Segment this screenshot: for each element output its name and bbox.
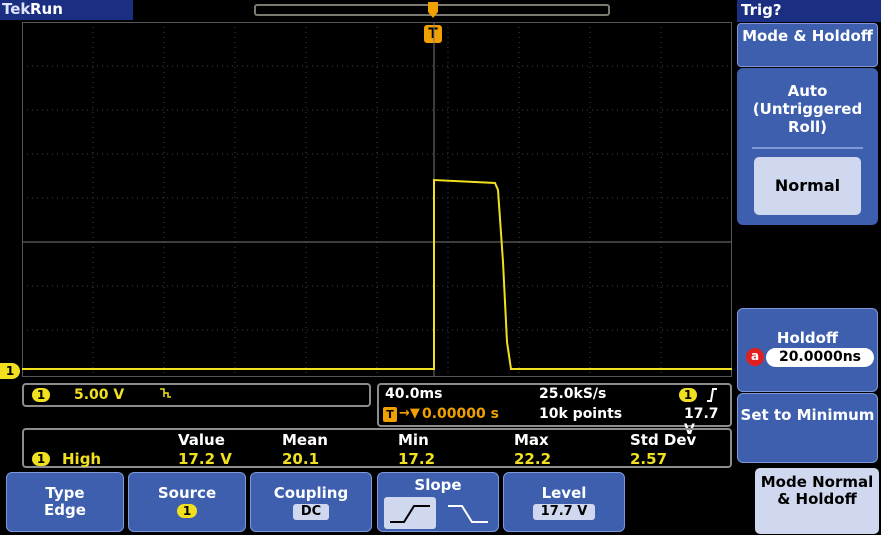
measurement-header-value: Value (178, 431, 225, 449)
measurement-std-dev: 2.57 (630, 450, 668, 468)
sample-rate: 25.0kS/s (539, 386, 607, 402)
channel-1-ground-marker[interactable]: 1 (0, 363, 20, 379)
brand-status: Tek Run (0, 0, 133, 20)
channel-1-readout[interactable]: 1 5.00 V (22, 383, 371, 407)
measurement-header-min: Min (398, 431, 429, 449)
coupling-label: Coupling (273, 484, 349, 502)
normal-mode-button[interactable]: Normal (754, 157, 861, 215)
source-label: Source (157, 484, 217, 502)
measurement-channel-badge: 1 (32, 452, 50, 466)
trigger-position-marker-top (426, 2, 440, 20)
measurement-mean: 20.1 (282, 450, 320, 468)
multipurpose-knob-a-icon: a (746, 348, 764, 366)
trigger-source-badge: 1 (679, 388, 697, 402)
horizontal-scale: 40.0ms (385, 386, 443, 402)
set-to-minimum-button[interactable]: Set to Minimum (737, 393, 878, 463)
level-value: 17.7 V (532, 504, 596, 520)
holdoff-label: Holdoff (776, 329, 839, 347)
type-button[interactable]: Type Edge (6, 472, 124, 532)
mode-holdoff-header: Mode & Holdoff (737, 23, 878, 67)
graticule-center (22, 22, 732, 377)
rising-slope-option-icon[interactable] (384, 497, 436, 529)
bandwidth-limit-icon (158, 386, 172, 403)
trigger-position: 0.00000 s (422, 406, 499, 422)
falling-slope-option-icon[interactable] (442, 497, 494, 529)
type-value: Edge (44, 501, 86, 519)
auto-mode-label: Auto (Untriggered Roll) (752, 82, 863, 136)
measurement-panel[interactable]: Value Mean Min Max Std Dev 1 High 17.2 V… (22, 428, 732, 468)
slope-label: Slope (414, 476, 462, 494)
mode-normal-holdoff-button[interactable]: Mode Normal & Holdoff (755, 468, 879, 534)
type-label: Type (45, 484, 85, 502)
channel-1-badge: 1 (32, 388, 50, 402)
slope-button[interactable]: Slope (377, 472, 499, 532)
arrow-right-icon: →▼ (399, 406, 420, 421)
level-button[interactable]: Level 17.7 V (503, 472, 625, 532)
brand-logo: Tek (2, 0, 31, 18)
channel-1-scale: 5.00 V (74, 387, 125, 403)
coupling-value: DC (292, 504, 330, 520)
record-length: 10k points (539, 406, 623, 422)
measurement-label: High (62, 450, 102, 468)
holdoff-value: 20.0000ns (766, 348, 874, 367)
measurement-header-max: Max (514, 431, 549, 449)
measurement-min: 17.2 (398, 450, 436, 468)
source-value: 1 (177, 504, 197, 518)
menu-title: Trig? (737, 0, 881, 22)
measurement-max: 22.2 (514, 450, 552, 468)
waveform-display[interactable] (22, 22, 732, 377)
timebase-readout[interactable]: 40.0ms 25.0kS/s 1 T →▼ 0.00000 s 10k poi… (377, 383, 732, 438)
channel-1-trace (22, 178, 732, 370)
rising-edge-icon (706, 387, 718, 407)
measurement-value: 17.2 V (178, 450, 232, 468)
measurement-header-std-dev: Std Dev (630, 431, 697, 449)
source-button[interactable]: Source 1 (128, 472, 246, 532)
level-label: Level (541, 484, 587, 502)
menu-divider (752, 147, 863, 149)
trigger-icon: T (383, 407, 397, 422)
measurement-header-mean: Mean (282, 431, 328, 449)
acquisition-status: Run (30, 0, 63, 18)
coupling-button[interactable]: Coupling DC (250, 472, 372, 532)
graticule (22, 22, 732, 377)
